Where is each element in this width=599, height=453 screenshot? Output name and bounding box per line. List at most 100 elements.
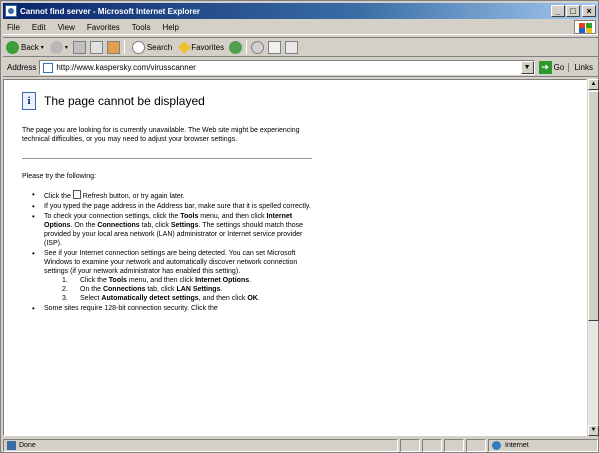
internet-options-emphasis: Internet Options xyxy=(195,277,250,284)
step-number: 1. xyxy=(62,277,68,284)
globe-icon xyxy=(492,440,501,450)
window-title: Cannot find server - Microsoft Internet … xyxy=(20,6,201,16)
list-item: Click the Refresh button, or try again l… xyxy=(22,190,312,201)
refresh-icon xyxy=(72,190,81,199)
status-pane xyxy=(400,438,420,452)
step-text: . xyxy=(257,295,260,302)
error-header: i The page cannot be displayed xyxy=(22,92,322,110)
step-text: menu, and then click xyxy=(128,277,194,284)
maximize-button[interactable]: □ xyxy=(566,5,580,17)
step-text: . xyxy=(249,277,252,284)
page-title: The page cannot be displayed xyxy=(44,94,205,108)
favorites-button[interactable]: Favorites xyxy=(175,38,227,56)
step-text: . xyxy=(220,286,223,293)
go-arrow-icon: ➔ xyxy=(538,61,552,74)
security-zone: Internet xyxy=(488,438,598,452)
status-pane-main: Done xyxy=(3,438,398,452)
go-button[interactable]: ➔ Go xyxy=(538,61,565,74)
address-label: Address xyxy=(7,63,37,72)
print-icon[interactable] xyxy=(285,40,299,54)
step-item: 2. On the Connections tab, click LAN Set… xyxy=(62,285,312,294)
media-icon[interactable] xyxy=(229,40,243,54)
tip-text: Some sites require 128-bit connection se… xyxy=(44,305,218,312)
page-icon xyxy=(43,62,54,73)
menu-view[interactable]: View xyxy=(52,23,81,32)
list-item: To check your connection settings, click… xyxy=(22,212,312,248)
address-field[interactable]: http://www.kaspersky.com/virusscanner ▼ xyxy=(39,60,535,75)
step-text: , and then click xyxy=(198,295,246,302)
status-text: Done xyxy=(19,441,36,449)
close-button[interactable]: × xyxy=(582,5,596,17)
try-following-label: Please try the following: xyxy=(22,173,96,180)
toolbar-separator xyxy=(246,40,248,54)
page-status-icon xyxy=(7,440,16,450)
tools-emphasis: Tools xyxy=(108,277,127,284)
search-label: Search xyxy=(146,42,173,52)
ie-icon xyxy=(5,5,17,17)
tips-list: Click the Refresh button, or try again l… xyxy=(22,190,312,313)
title-bar: Cannot find server - Microsoft Internet … xyxy=(3,3,598,19)
mail-icon[interactable] xyxy=(268,40,282,54)
info-icon: i xyxy=(22,92,36,110)
tip-text: Refresh button, or try again later. xyxy=(82,193,185,200)
refresh-icon[interactable] xyxy=(89,40,103,54)
links-button[interactable]: Links xyxy=(568,63,598,72)
lan-settings-emphasis: LAN Settings xyxy=(176,286,221,293)
menu-edit[interactable]: Edit xyxy=(26,23,52,32)
list-item: If you typed the page address in the Add… xyxy=(22,202,312,211)
page-content: i The page cannot be displayed The page … xyxy=(3,79,587,436)
status-bar: Done Internet xyxy=(3,438,598,452)
favorites-label: Favorites xyxy=(191,42,225,52)
list-item: Some sites require 128-bit connection se… xyxy=(22,304,312,313)
menu-favorites[interactable]: Favorites xyxy=(81,23,126,32)
windows-logo-icon xyxy=(574,20,596,34)
toolbar-separator xyxy=(123,40,125,54)
scroll-thumb[interactable] xyxy=(588,91,599,321)
step-text: tab, click xyxy=(147,286,175,293)
history-icon[interactable] xyxy=(251,40,265,54)
tip-text: To check your connection settings, click… xyxy=(44,213,179,220)
back-label: Back xyxy=(21,42,39,52)
back-arrow-icon xyxy=(6,40,19,54)
scroll-up-button[interactable]: ▲ xyxy=(588,79,599,90)
status-pane xyxy=(422,438,442,452)
forward-button[interactable]: ▾ xyxy=(47,38,71,56)
search-icon xyxy=(131,40,145,54)
divider xyxy=(22,158,312,159)
home-icon[interactable] xyxy=(106,40,120,54)
stop-icon[interactable] xyxy=(72,40,86,54)
status-pane xyxy=(444,438,464,452)
address-input[interactable]: http://www.kaspersky.com/virusscanner xyxy=(56,63,520,72)
steps-list: 1. Click the Tools menu, and then click … xyxy=(44,276,312,303)
ok-emphasis: OK xyxy=(247,295,258,302)
go-label: Go xyxy=(553,63,565,72)
tools-emphasis: Tools xyxy=(180,213,199,220)
address-bar: Address http://www.kaspersky.com/virussc… xyxy=(3,59,598,77)
step-number: 2. xyxy=(62,286,68,293)
vertical-scrollbar[interactable]: ▲ ▼ xyxy=(587,79,599,436)
step-text: Select xyxy=(80,295,100,302)
step-text: Click the xyxy=(80,277,107,284)
menu-help[interactable]: Help xyxy=(156,23,184,32)
tip-text: See if your Internet connection settings… xyxy=(44,250,298,275)
minimize-button[interactable]: _ xyxy=(551,5,565,17)
address-dropdown-button[interactable]: ▼ xyxy=(520,61,534,74)
zone-text: Internet xyxy=(505,441,529,449)
search-button[interactable]: Search xyxy=(127,38,175,56)
menu-tools[interactable]: Tools xyxy=(126,23,157,32)
tip-text: Click the xyxy=(44,193,71,200)
settings-emphasis: Settings xyxy=(170,222,199,229)
tip-text: tab, click xyxy=(141,222,169,229)
auto-detect-emphasis: Automatically detect settings xyxy=(101,295,199,302)
step-item: 3. Select Automatically detect settings,… xyxy=(62,294,312,303)
connections-emphasis: Connections xyxy=(102,286,146,293)
tip-text: If you typed the page address in the Add… xyxy=(44,203,311,210)
tip-text: . On the xyxy=(70,222,96,229)
scroll-down-button[interactable]: ▼ xyxy=(588,425,599,436)
menu-file[interactable]: File xyxy=(3,23,26,32)
step-text: On the xyxy=(80,286,102,293)
back-button[interactable]: Back ▾ xyxy=(3,38,47,56)
status-pane xyxy=(466,438,486,452)
step-item: 1. Click the Tools menu, and then click … xyxy=(62,276,312,285)
list-item: See if your Internet connection settings… xyxy=(22,249,312,303)
